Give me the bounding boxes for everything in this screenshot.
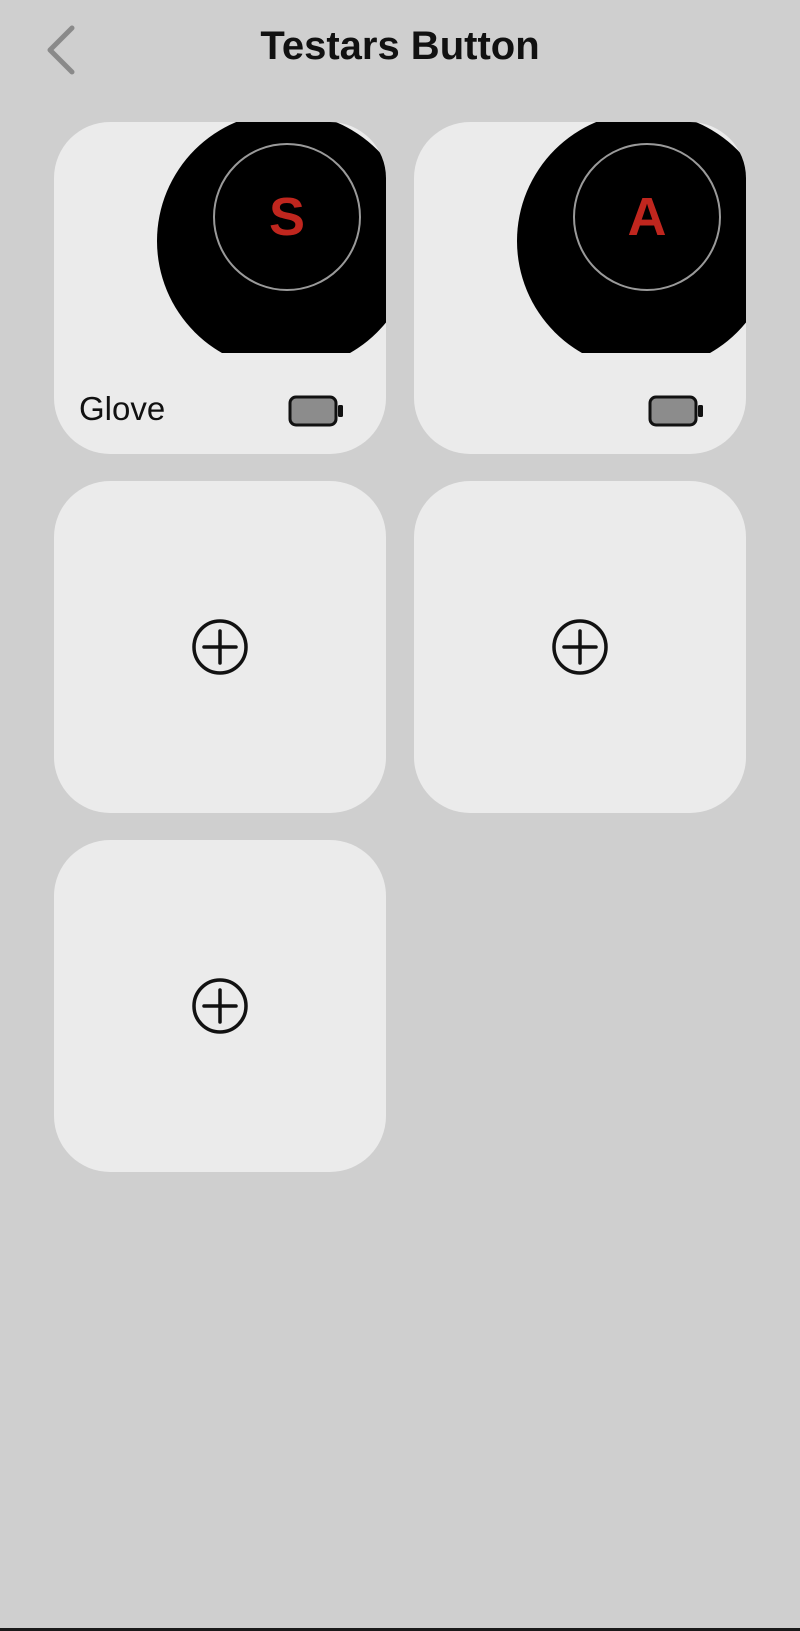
- battery-icon: [648, 395, 703, 427]
- device-letter: S: [268, 187, 306, 247]
- header: Testars Button: [0, 0, 800, 100]
- device-card[interactable]: A: [414, 122, 746, 454]
- device-name: Glove: [79, 390, 166, 427]
- device-letter: A: [627, 187, 667, 247]
- page-title: Testars Button: [260, 24, 540, 68]
- battery-icon: [288, 395, 343, 427]
- plus-circle-icon: [192, 619, 248, 675]
- add-device-button[interactable]: [54, 481, 386, 813]
- battery-indicator: [648, 395, 706, 427]
- plus-circle-icon: [552, 619, 608, 675]
- add-device-button[interactable]: [54, 840, 386, 1172]
- plus-circle-icon: [192, 978, 248, 1034]
- battery-indicator: [288, 395, 346, 427]
- device-card[interactable]: S Glove: [54, 122, 386, 454]
- add-device-button[interactable]: [414, 481, 746, 813]
